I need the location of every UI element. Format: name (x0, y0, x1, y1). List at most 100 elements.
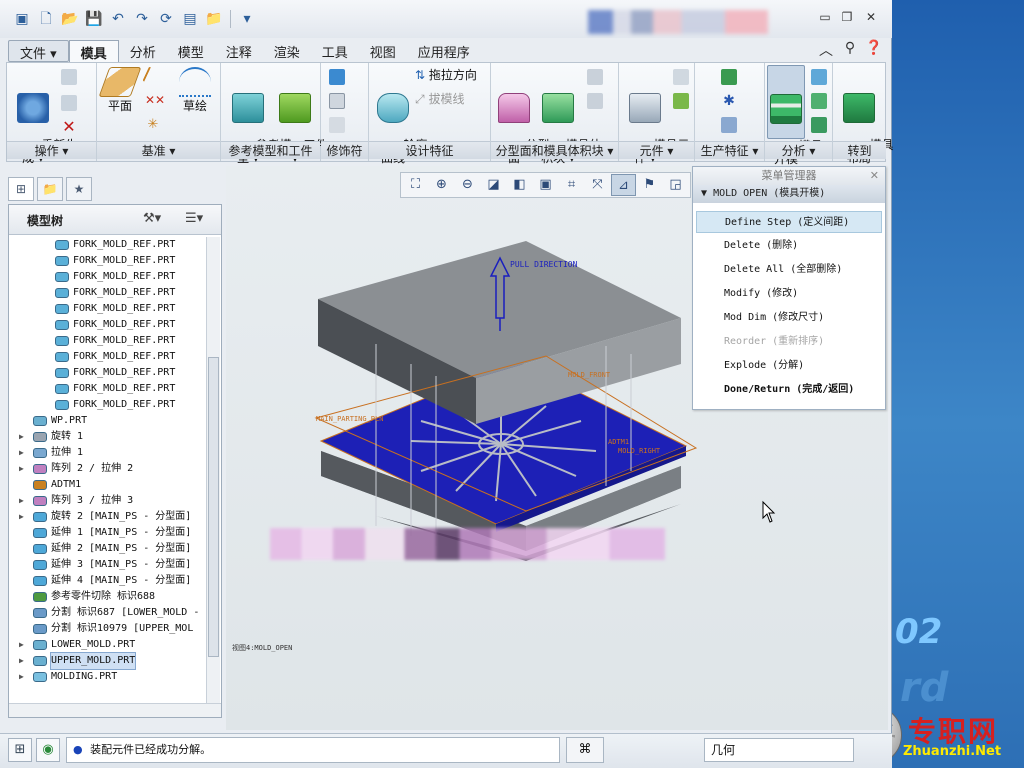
redo-icon[interactable]: ↷ (132, 9, 152, 29)
tree-row[interactable]: ▶ LOWER_MOLD.PRT (9, 637, 205, 653)
cosmetic-sketch-icon[interactable] (329, 69, 345, 85)
close-window-icon[interactable]: 📁 (204, 9, 224, 29)
plane-button[interactable]: 平面 (98, 67, 142, 113)
tree-row[interactable]: ADTM1 (9, 477, 205, 493)
tab-model[interactable]: 模型 (167, 40, 215, 62)
group-label-components[interactable]: 元件 ▾ (619, 141, 694, 159)
define-step-item[interactable]: Define Step (定义间距) (696, 211, 882, 233)
cast-icon[interactable] (673, 69, 689, 85)
contour-curve-button[interactable]: 轮廓 曲线 (373, 67, 428, 178)
mold-layout-button[interactable]: 模具 布局 (839, 67, 894, 178)
tree-row[interactable]: FORK_MOLD_REF.PRT (9, 285, 205, 301)
tree-vertical-scrollbar[interactable] (206, 237, 220, 703)
mod-dim-item[interactable]: Mod Dim (修改尺寸) (696, 307, 882, 329)
folder-browser-tab-icon[interactable]: 📁 (37, 177, 63, 201)
tree-row[interactable]: 延伸 1 [MAIN_PS - 分型面] (9, 525, 205, 541)
expand-arrow-icon[interactable]: ▶ (19, 637, 24, 653)
find-icon[interactable]: ⌘ (566, 737, 604, 763)
tree-row[interactable]: FORK_MOLD_REF.PRT (9, 317, 205, 333)
projected-area-icon[interactable] (811, 117, 827, 133)
minimize-icon[interactable]: ▭ (816, 10, 834, 26)
tree-row[interactable]: ▶ UPPER_MOLD.PRT (9, 652, 205, 670)
expand-arrow-icon[interactable]: ▶ (19, 493, 24, 509)
search-icon[interactable]: ⚲ (840, 40, 860, 56)
display-style-icon[interactable]: ◧ (507, 174, 532, 196)
workpiece-button[interactable]: 工件 ▾ (273, 67, 328, 178)
thickness-check-icon[interactable] (811, 93, 827, 109)
draft-line-button[interactable]: ⤢ 拔模线 (415, 93, 487, 106)
browser-icon[interactable]: ◉ (36, 738, 60, 762)
mold-volume-button[interactable]: 模具体 积块 ▾ (535, 67, 602, 178)
tree-row[interactable]: 参考零件切除 标识688 (9, 589, 205, 605)
undo-icon[interactable]: ↶ (108, 9, 128, 29)
delete-item[interactable]: Delete (删除) (696, 235, 882, 257)
tree-row[interactable]: FORK_MOLD_REF.PRT (9, 365, 205, 381)
tree-row[interactable]: FORK_MOLD_REF.PRT (9, 269, 205, 285)
delete-all-item[interactable]: Delete All (全部删除) (696, 259, 882, 281)
explode-item[interactable]: Explode (分解) (696, 355, 882, 377)
expand-arrow-icon[interactable]: ▶ (19, 669, 24, 685)
tab-analysis[interactable]: 分析 (119, 40, 167, 62)
group-label-operations[interactable]: 操作 ▾ (7, 141, 96, 159)
draft-direction-button[interactable]: ⇅ 拖拉方向 (415, 69, 487, 82)
copy-icon[interactable] (61, 69, 77, 85)
cosmetic-thread-icon[interactable] (329, 93, 345, 109)
tab-file[interactable]: 文件 ▾ (8, 40, 69, 62)
tree-row[interactable]: 延伸 4 [MAIN_PS - 分型面] (9, 573, 205, 589)
restore-icon[interactable]: ❐ (838, 10, 856, 26)
settings-tools-icon[interactable]: ⚒▾ (143, 211, 161, 226)
saved-views-icon[interactable]: ▣ (533, 174, 558, 196)
tree-row[interactable]: FORK_MOLD_REF.PRT (9, 253, 205, 269)
group-label-analysis[interactable]: 分析 ▾ (765, 141, 832, 159)
annotation-display-icon[interactable]: ⊿ (611, 174, 636, 196)
volume-sketch-icon[interactable] (587, 93, 603, 109)
tab-render[interactable]: 渲染 (263, 40, 311, 62)
zoom-in-icon[interactable]: ⊕ (429, 174, 454, 196)
close-icon[interactable]: ✕ (862, 10, 880, 26)
expand-arrow-icon[interactable]: ▶ (19, 653, 24, 669)
menu-manager-close-icon[interactable]: ✕ (870, 167, 879, 185)
favorites-tab-icon[interactable]: ★ (66, 177, 92, 201)
delete-icon[interactable]: ✕ (61, 119, 77, 135)
tab-view[interactable]: 视图 (359, 40, 407, 62)
tree-row[interactable]: ▶ 旋转 1 (9, 429, 205, 445)
tree-row[interactable]: FORK_MOLD_REF.PRT (9, 237, 205, 253)
refit-icon[interactable]: ⛶ (403, 174, 428, 196)
csys-icon[interactable]: ✳ (145, 117, 161, 133)
model-tree-tab-icon[interactable]: ⊞ (8, 177, 34, 201)
tree-row[interactable]: ▶ MOLDING.PRT (9, 669, 205, 685)
expand-arrow-icon[interactable]: ▶ (19, 429, 24, 445)
axis-icon[interactable] (142, 66, 164, 88)
customize-chevron-icon[interactable]: ▾ (237, 9, 257, 29)
tree-row[interactable]: 延伸 3 [MAIN_PS - 分型面] (9, 557, 205, 573)
mold-component-button[interactable]: 模具元 件 ▾ (623, 67, 690, 178)
regen-icon[interactable]: ⟳ (156, 9, 176, 29)
selection-filter[interactable]: 几何 (704, 738, 854, 762)
spin-center-icon[interactable]: ⚑ (637, 174, 662, 196)
parting-surface-button[interactable]: 分型 面 (495, 67, 550, 178)
cosmetic-groove-icon[interactable] (329, 117, 345, 133)
done-return-item[interactable]: Done/Return (完成/返回) (696, 379, 882, 401)
tree-row[interactable]: ▶ 阵列 3 / 拉伸 3 (9, 493, 205, 509)
group-label-parting[interactable]: 分型面和模具体积块 ▾ (491, 141, 618, 159)
tree-row[interactable]: ▶ 旋转 2 [MAIN_PS - 分型面] (9, 509, 205, 525)
open-folder-icon[interactable]: 📂 (60, 9, 80, 29)
windows-icon[interactable]: ▤ (180, 9, 200, 29)
save-icon[interactable]: 💾 (84, 9, 104, 29)
volume-split-icon[interactable] (587, 69, 603, 85)
regenerate-button[interactable]: 重新生 成 ▾ (11, 67, 78, 178)
tab-tools[interactable]: 工具 (311, 40, 359, 62)
expand-arrow-icon[interactable]: ▶ (19, 509, 24, 525)
tree-row[interactable]: 分割 标识10979 [UPPER_MOL (9, 621, 205, 637)
tab-mold[interactable]: 模具 (68, 40, 119, 62)
view-manager-icon[interactable]: ⌗ (559, 174, 584, 196)
modify-item[interactable]: Modify (修改) (696, 283, 882, 305)
new-file-icon[interactable]: 🗋 (36, 9, 56, 29)
waterline-icon[interactable]: ✱ (721, 93, 737, 109)
tab-applications[interactable]: 应用程序 (407, 40, 481, 62)
paste-icon[interactable] (61, 95, 77, 111)
tree-row[interactable]: WP.PRT (9, 413, 205, 429)
mold-open-button[interactable]: 模具 开模 (767, 65, 823, 166)
expand-arrow-icon[interactable]: ▶ (19, 445, 24, 461)
tree-horizontal-scrollbar[interactable] (9, 703, 221, 717)
